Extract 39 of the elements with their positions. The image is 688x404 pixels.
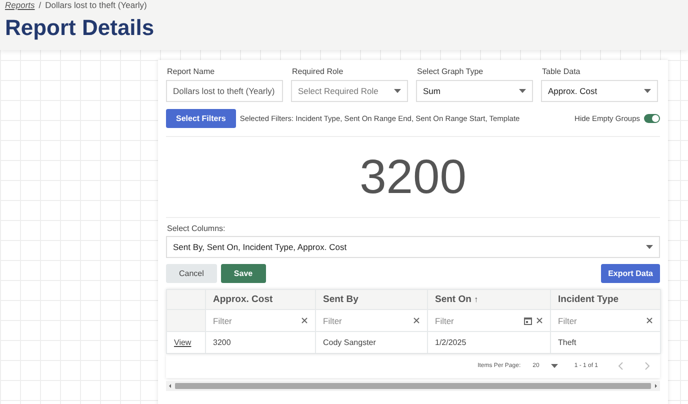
field-label: Select Columns:: [167, 224, 226, 233]
report-name-field[interactable]: Dollars lost to theft (Yearly): [166, 80, 283, 102]
table-cell: Theft: [558, 338, 576, 347]
caret-icon: [394, 89, 401, 93]
field-label: Report Name: [167, 67, 216, 76]
hide-empty-groups-toggle[interactable]: [644, 114, 660, 123]
field-label: Table Data: [542, 67, 582, 76]
export-button[interactable]: Export Data: [601, 264, 660, 283]
sort-icon[interactable]: ↑: [474, 295, 478, 304]
field-label: Select Graph Type: [417, 67, 484, 76]
total-value: 3200: [358, 150, 468, 206]
select-field[interactable]: Sum: [416, 80, 533, 102]
field-label: Required Role: [292, 67, 344, 76]
cancel-button[interactable]: Cancel: [166, 264, 217, 283]
clear-icon[interactable]: [646, 317, 653, 324]
caret-icon: [646, 245, 653, 249]
caret-icon: [519, 89, 526, 93]
clear-icon[interactable]: [413, 317, 420, 324]
table-cell: 3200: [213, 338, 231, 347]
columns-select[interactable]: Sent By, Sent On, Incident Type, Approx. Cost: [166, 236, 660, 258]
caret-icon: [644, 89, 651, 93]
breadcrumb-current: Dollars lost to theft (Yearly): [45, 0, 147, 10]
clear-icon[interactable]: [301, 317, 308, 324]
column-header[interactable]: Sent On: [435, 294, 472, 305]
select-field[interactable]: Select Required Role: [291, 80, 408, 102]
horizontal-scrollbar[interactable]: [166, 381, 660, 391]
calendar-icon[interactable]: [524, 316, 532, 324]
breadcrumb-separator: /: [38, 0, 42, 10]
page-title: Report Details: [5, 14, 156, 42]
save-button[interactable]: Save: [220, 264, 266, 283]
view-link[interactable]: View: [174, 338, 192, 347]
select-filters-button[interactable]: Select Filters: [166, 109, 236, 128]
clear-icon[interactable]: [536, 317, 543, 324]
select-field[interactable]: Approx. Cost: [541, 80, 658, 102]
caret-icon: [551, 364, 558, 368]
table-cell: 1/2/2025: [435, 338, 466, 347]
column-header[interactable]: Sent By: [323, 294, 358, 305]
table-cell: Cody Sangster: [323, 338, 376, 347]
breadcrumb-link[interactable]: Reports: [5, 0, 35, 10]
